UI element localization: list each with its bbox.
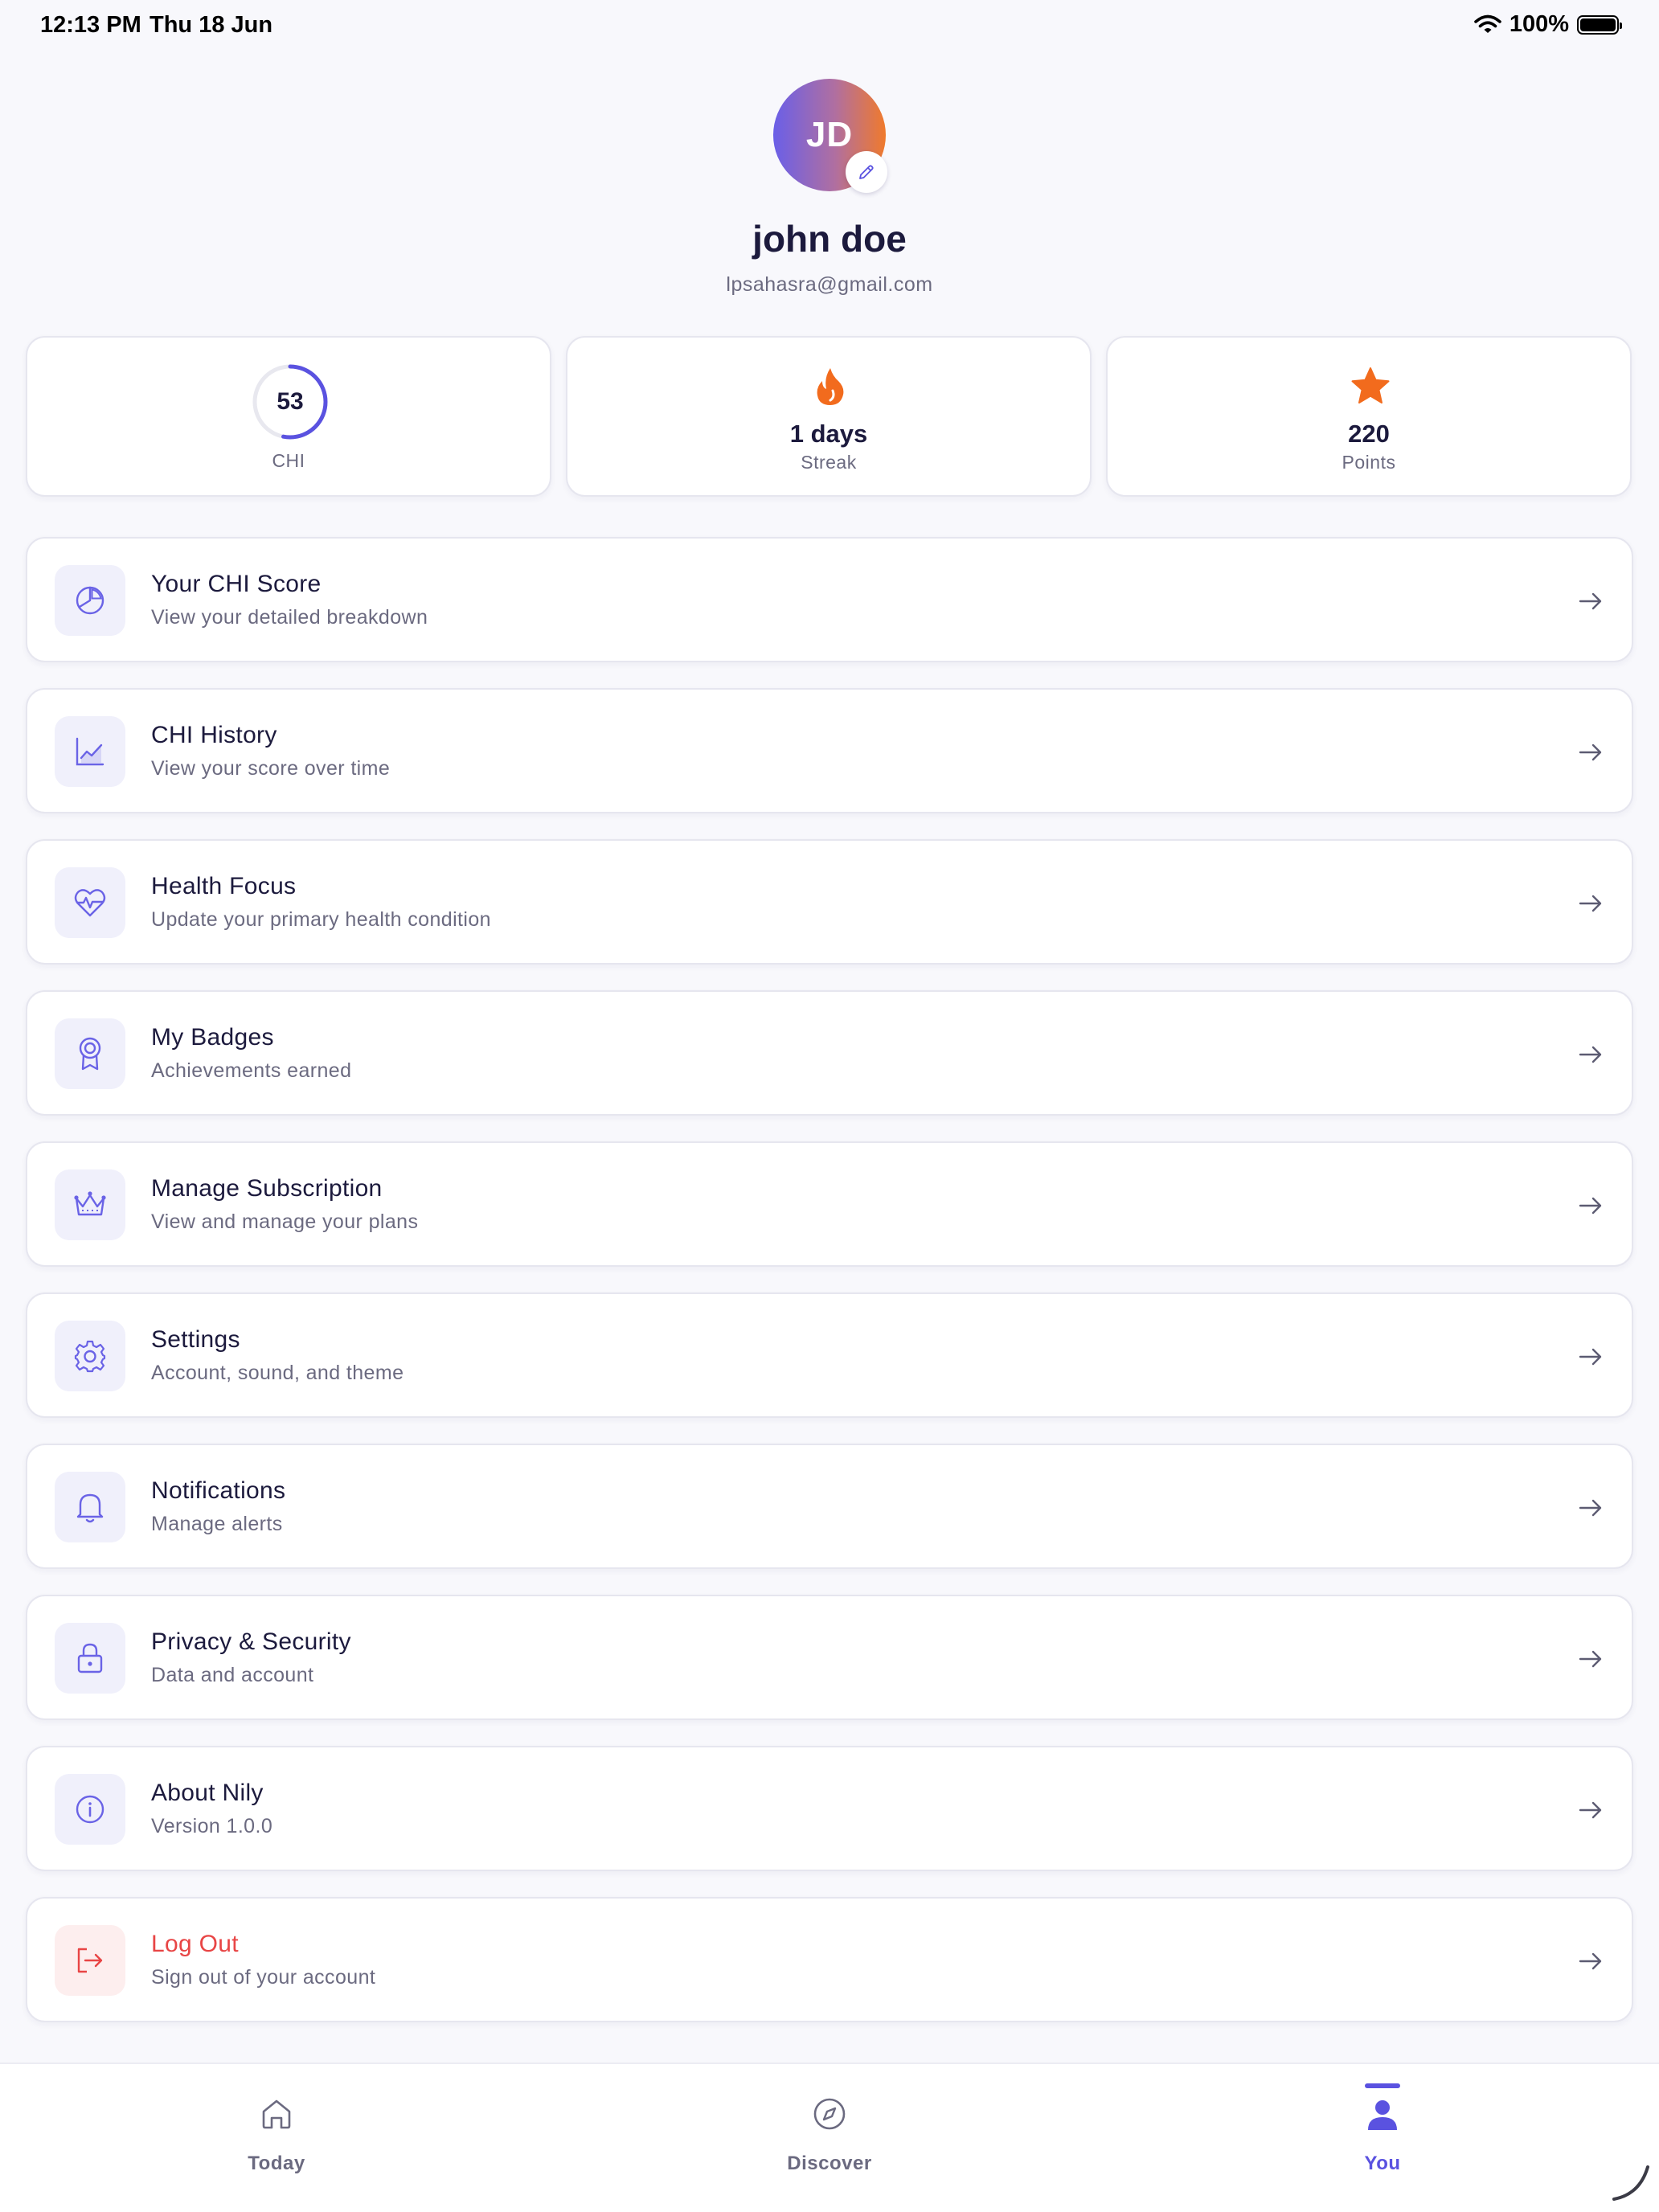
chi-value: 53 [276, 388, 304, 415]
avatar-initials: JD [805, 115, 854, 154]
arrow-right-icon [1579, 1801, 1602, 1819]
menu-item-manage-subscription[interactable]: Manage Subscription View and manage your… [26, 1141, 1633, 1267]
menu-item-about[interactable]: About Nily Version 1.0.0 [26, 1746, 1633, 1871]
arrow-right-icon [1579, 1650, 1602, 1668]
menu-item-settings[interactable]: Settings Account, sound, and theme [26, 1292, 1633, 1418]
wifi-icon [1474, 14, 1501, 33]
menu-title: Health Focus [151, 873, 297, 899]
tab-label: Today [248, 2153, 305, 2174]
compass-icon [813, 2098, 846, 2130]
menu-title: Notifications [151, 1477, 286, 1504]
tab-discover[interactable]: Discover [749, 2064, 910, 2212]
menu-icon-box [55, 1925, 125, 1996]
home-icon [262, 2099, 291, 2129]
tab-label: Discover [787, 2153, 872, 2174]
menu-title: Your CHI Score [151, 571, 322, 597]
menu-icon-box [55, 1472, 125, 1542]
menu-item-log-out[interactable]: Log Out Sign out of your account [26, 1897, 1633, 2022]
gear-icon [74, 1340, 106, 1373]
streak-value: 1 days [789, 420, 868, 448]
menu-subtitle: View your detailed breakdown [151, 606, 428, 629]
menu-title: Log Out [151, 1931, 239, 1957]
chi-stat-card[interactable]: 53 CHI [26, 336, 551, 497]
status-bar: 12:13 PM Thu 18 Jun 100% [0, 0, 1659, 51]
battery-percent: 100% [1509, 11, 1569, 37]
menu-title: CHI History [151, 722, 277, 748]
points-value: 220 [1348, 420, 1390, 448]
logout-icon [77, 1948, 103, 1973]
menu-subtitle: View your score over time [151, 757, 391, 780]
menu-icon-box [55, 1018, 125, 1089]
menu-icon-box [55, 716, 125, 787]
tab-today[interactable]: Today [196, 2064, 357, 2212]
menu-icon-box [55, 1623, 125, 1694]
tab-label: You [1364, 2153, 1401, 2174]
menu-icon-box [55, 1321, 125, 1391]
menu-item-my-badges[interactable]: My Badges Achievements earned [26, 990, 1633, 1116]
user-icon [1368, 2100, 1397, 2130]
status-time: 12:13 PM [40, 12, 141, 38]
arrow-right-icon [1579, 895, 1602, 912]
menu-title: My Badges [151, 1024, 274, 1051]
menu-subtitle: Data and account [151, 1664, 314, 1686]
arrow-right-icon [1579, 1499, 1602, 1517]
menu-subtitle: Update your primary health condition [151, 908, 491, 931]
arrow-right-icon [1579, 1952, 1602, 1970]
resize-handle-icon [1612, 2165, 1649, 2201]
points-stat-card[interactable]: 220 Points [1106, 336, 1632, 497]
menu-subtitle: Version 1.0.0 [151, 1815, 273, 1837]
menu-subtitle: Account, sound, and theme [151, 1362, 404, 1384]
bottom-nav: Today Discover You [0, 2062, 1659, 2212]
arrow-right-icon [1579, 1348, 1602, 1366]
bell-icon [76, 1493, 104, 1523]
menu-item-notifications[interactable]: Notifications Manage alerts [26, 1444, 1633, 1569]
line-chart-icon [76, 737, 104, 766]
pencil-icon [859, 165, 874, 179]
menu-icon-box [55, 1774, 125, 1845]
flame-icon [817, 368, 844, 405]
pie-chart-icon [76, 586, 104, 615]
menu-icon-box [55, 867, 125, 938]
menu-item-chi-score[interactable]: Your CHI Score View your detailed breakd… [26, 537, 1633, 662]
profile-name: john doe [752, 218, 907, 260]
menu-title: About Nily [151, 1780, 264, 1806]
edit-avatar-button[interactable] [846, 151, 887, 193]
info-icon [76, 1795, 104, 1824]
streak-label: Streak [801, 452, 857, 473]
profile-email: lpsahasra@gmail.com [726, 273, 933, 296]
menu-title: Settings [151, 1326, 240, 1353]
menu-subtitle: Sign out of your account [151, 1966, 376, 1989]
status-right: 100% [1474, 11, 1622, 38]
lock-icon [77, 1643, 103, 1673]
crown-icon [74, 1191, 106, 1216]
heart-pulse-icon [74, 889, 106, 917]
star-icon [1351, 367, 1390, 403]
status-date: Thu 18 Jun [150, 12, 273, 38]
active-tab-indicator [1365, 2083, 1400, 2088]
menu-title: Manage Subscription [151, 1175, 383, 1202]
menu-title: Privacy & Security [151, 1628, 351, 1655]
menu-subtitle: Achievements earned [151, 1059, 352, 1082]
points-label: Points [1342, 452, 1396, 473]
badge-icon [79, 1037, 101, 1071]
arrow-right-icon [1579, 1046, 1602, 1063]
battery-icon [1577, 14, 1622, 35]
arrow-right-icon [1579, 1197, 1602, 1215]
arrow-right-icon [1579, 743, 1602, 761]
menu-subtitle: View and manage your plans [151, 1210, 419, 1233]
menu-item-privacy-security[interactable]: Privacy & Security Data and account [26, 1595, 1633, 1720]
menu-icon-box [55, 1169, 125, 1240]
arrow-right-icon [1579, 592, 1602, 610]
menu-icon-box [55, 565, 125, 636]
menu-item-health-focus[interactable]: Health Focus Update your primary health … [26, 839, 1633, 965]
chi-label: CHI [272, 450, 305, 471]
menu-subtitle: Manage alerts [151, 1513, 283, 1535]
streak-stat-card[interactable]: 1 days Streak [566, 336, 1092, 497]
menu-item-chi-history[interactable]: CHI History View your score over time [26, 688, 1633, 813]
tab-you[interactable]: You [1302, 2064, 1463, 2212]
